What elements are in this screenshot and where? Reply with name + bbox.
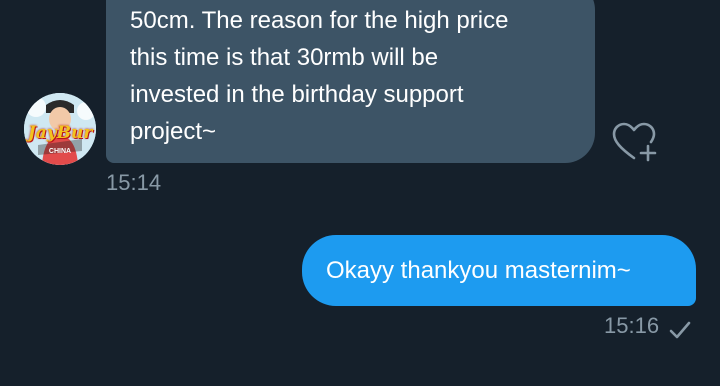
checkmark-icon — [668, 318, 692, 342]
heart-plus-icon[interactable] — [610, 120, 662, 164]
avatar-logo-text: JayBur — [27, 123, 93, 143]
outgoing-timestamp: 15:16 — [604, 313, 660, 338]
dm-conversation: 50cm. The reason for the high price this… — [0, 0, 720, 386]
avatar[interactable]: JayBur CHINA — [24, 93, 96, 165]
outgoing-message-bubble[interactable]: Okayy thankyou masternim~ — [302, 235, 696, 306]
outgoing-message-text: Okayy thankyou masternim~ — [326, 256, 631, 284]
avatar-sub-text: CHINA — [48, 148, 72, 155]
incoming-message-bubble[interactable]: 50cm. The reason for the high price this… — [106, 0, 595, 163]
incoming-message-text: 50cm. The reason for the high price this… — [130, 7, 509, 145]
incoming-timestamp: 15:14 — [106, 170, 162, 195]
